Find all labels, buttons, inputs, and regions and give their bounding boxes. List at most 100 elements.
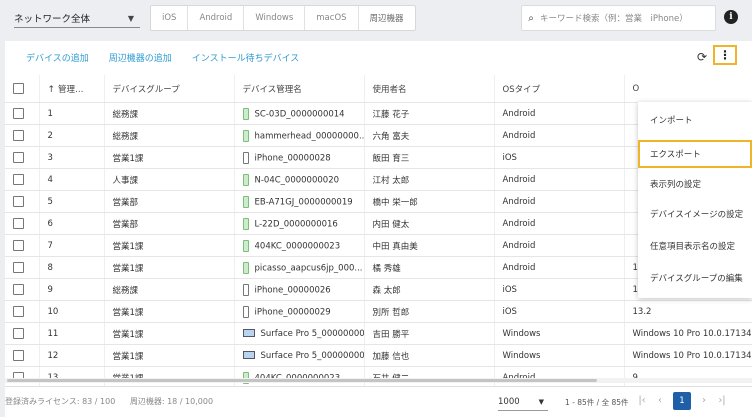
cell-os-type: Android [493, 102, 624, 125]
row-checkbox[interactable] [13, 152, 24, 163]
row-checkbox[interactable] [13, 130, 24, 141]
device-list-panel: デバイスの追加 周辺機器の追加 インストール待ちデバイス ⟳ ⋮ ↑ 管理… デバ… [5, 41, 752, 417]
cell-management-no: 3 [38, 146, 104, 169]
menu-item-export[interactable]: エクスポート [638, 140, 752, 168]
device-name-text: SC-03D_0000000014 [254, 109, 345, 119]
license-count: 登録済みライセンス: 83 / 100 [5, 397, 116, 406]
tab-peripherals[interactable]: 周辺機器 [359, 6, 415, 30]
menu-item-custom-field-names[interactable]: 任意項目表示名の設定 [638, 232, 752, 260]
cell-management-no: 5 [38, 190, 104, 213]
tab-macos[interactable]: macOS [305, 6, 359, 30]
horizontal-scrollbar[interactable] [5, 378, 752, 383]
row-checkbox[interactable] [13, 328, 24, 339]
row-select-cell [5, 102, 39, 125]
search-input[interactable]: キーワード検索（例：営業 iPhone） [540, 12, 688, 24]
android-phone-icon [242, 129, 249, 142]
row-select-cell [5, 256, 39, 279]
cell-os-type: Android [493, 234, 624, 257]
android-phone-icon [242, 261, 249, 274]
search-box[interactable]: ⌕ キーワード検索（例：営業 iPhone） [521, 5, 716, 31]
tab-android[interactable]: Android [188, 6, 245, 30]
info-icon[interactable]: i [724, 10, 738, 24]
tab-ios[interactable]: iOS [151, 6, 189, 30]
device-name-text: iPhone_00000028 [254, 153, 331, 163]
row-checkbox[interactable] [13, 218, 24, 229]
scope-select-label: ネットワーク全体 [14, 14, 91, 25]
first-page-icon[interactable]: |‹ [633, 392, 651, 410]
scope-select[interactable]: ネットワーク全体 ▼ [14, 9, 140, 28]
cell-user-name: 江藤 花子 [363, 102, 494, 125]
table-row[interactable]: 12 営業1課 Surface Pro 5_00000000... 加藤 信也 Wind… [5, 344, 752, 367]
prev-page-icon[interactable]: ‹ [651, 392, 669, 410]
refresh-icon[interactable]: ⟳ [697, 50, 707, 64]
row-checkbox[interactable] [13, 196, 24, 207]
cell-management-no: 7 [38, 234, 104, 257]
select-all-checkbox[interactable] [13, 83, 24, 94]
header-device-group[interactable]: デバイスグループ [103, 75, 234, 103]
cell-device-name: N-04C_0000000020 [233, 168, 364, 191]
device-name-text: iPhone_00000029 [254, 307, 331, 317]
cell-os-type: Android [493, 256, 624, 279]
header-device-name[interactable]: デバイス管理名 [233, 75, 364, 103]
device-name-text: hammerhead_00000000... [254, 131, 365, 141]
cell-os-type: Android [493, 124, 624, 147]
iphone-icon [242, 151, 249, 164]
row-checkbox[interactable] [13, 306, 24, 317]
tab-windows[interactable]: Windows [244, 6, 306, 30]
cell-management-no: 9 [38, 278, 104, 301]
menu-item-device-image-settings[interactable]: デバイスイメージの設定 [638, 200, 752, 228]
cell-management-no: 1 [38, 102, 104, 125]
device-name-text: picasso_aapcus6jp_000... [254, 263, 363, 273]
table-row[interactable]: 11 営業1課 Surface Pro 5_00000000... 吉田 勝平 Wind… [5, 322, 752, 345]
row-checkbox[interactable] [13, 240, 24, 251]
cell-os-version: Windows 10 Pro 10.0.17134 [623, 322, 752, 345]
peripheral-count: 周辺機器: 18 / 10,000 [129, 397, 214, 406]
android-phone-icon [242, 195, 249, 208]
header-user-name[interactable]: 使用者名 [363, 75, 494, 103]
cell-management-no: 12 [38, 344, 104, 367]
header-management-no[interactable]: ↑ 管理… [38, 75, 104, 103]
row-checkbox[interactable] [13, 262, 24, 273]
header-label: 管理… [58, 84, 84, 95]
add-device-link[interactable]: デバイスの追加 [26, 51, 89, 64]
row-select-cell [5, 278, 39, 301]
pagination: |‹ ‹ 1 › ›| [633, 392, 731, 410]
cell-device-group: 営業1課 [103, 322, 234, 345]
cell-management-no: 8 [38, 256, 104, 279]
page-size-select[interactable]: 1000 ▼ [498, 393, 548, 411]
row-checkbox[interactable] [13, 174, 24, 185]
more-menu-button[interactable]: ⋮ [713, 45, 737, 65]
cell-device-name: iPhone_00000026 [233, 278, 364, 301]
table-row[interactable]: 10 営業1課 iPhone_00000029 別所 哲郎 iOS 13.2 [5, 300, 752, 323]
iphone-icon [242, 283, 249, 296]
page-size-value: 1000 [498, 396, 520, 407]
scrollbar-thumb[interactable] [7, 379, 597, 382]
last-page-icon[interactable]: ›| [713, 392, 731, 410]
menu-item-edit-device-groups[interactable]: デバイスグループの編集 [638, 264, 752, 292]
row-select-cell [5, 190, 39, 213]
menu-item-import[interactable]: インポート [638, 106, 752, 134]
table-footer: 登録済みライセンス: 83 / 100 周辺機器: 18 / 10,000 10… [5, 386, 752, 417]
os-filter-tabs: iOS Android Windows macOS 周辺機器 [150, 5, 416, 31]
row-checkbox[interactable] [13, 284, 24, 295]
cell-user-name: 飯田 育三 [363, 146, 494, 169]
row-select-cell [5, 212, 39, 235]
top-bar: ネットワーク全体 ▼ iOS Android Windows macOS 周辺機… [0, 0, 752, 38]
row-checkbox[interactable] [13, 108, 24, 119]
header-os-version[interactable]: O [623, 75, 752, 103]
device-name-text: iPhone_00000026 [254, 285, 331, 295]
next-page-icon[interactable]: › [695, 392, 713, 410]
cell-os-type: Android [493, 168, 624, 191]
cell-management-no: 6 [38, 212, 104, 235]
cell-management-no: 4 [38, 168, 104, 191]
header-os-type[interactable]: OSタイプ [493, 75, 624, 103]
cell-management-no: 10 [38, 300, 104, 323]
add-peripheral-link[interactable]: 周辺機器の追加 [109, 51, 172, 64]
install-waiting-link[interactable]: インストール待ちデバイス [192, 51, 300, 64]
menu-item-column-settings[interactable]: 表示列の設定 [638, 170, 752, 198]
page-button-current[interactable]: 1 [673, 392, 691, 410]
chevron-down-icon: ▼ [538, 397, 544, 406]
cell-device-name: 404KC_0000000023 [233, 234, 364, 257]
cell-device-group: 総務課 [103, 102, 234, 125]
row-checkbox[interactable] [13, 350, 24, 361]
